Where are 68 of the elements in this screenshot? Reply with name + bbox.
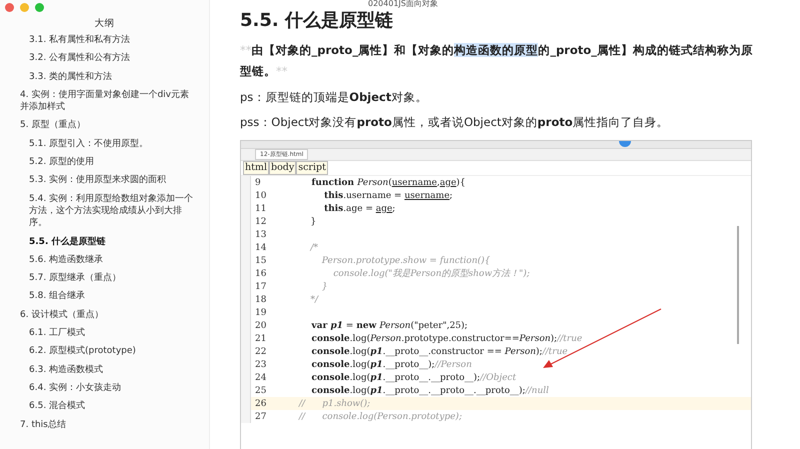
code-line: // console.log(Person.prototype); bbox=[297, 412, 462, 422]
line-number: 10 bbox=[254, 190, 268, 200]
line-number: 11 bbox=[254, 204, 268, 214]
outline-item[interactable]: 6.3. 构造函数模式 bbox=[0, 360, 209, 379]
outline-item[interactable]: 6. 设计模式（重点） bbox=[0, 306, 209, 324]
outline-item[interactable]: 3.2. 公有属性和公有方法 bbox=[0, 49, 209, 68]
outline-item[interactable]: 5.1. 原型引入：不使用原型。 bbox=[0, 134, 209, 154]
code-line: console.log(p1.__proto__);//Person bbox=[310, 360, 472, 370]
zoom-dot-icon[interactable] bbox=[35, 3, 44, 12]
line-number: 19 bbox=[254, 308, 268, 318]
close-dot-icon[interactable] bbox=[5, 3, 14, 12]
code-line: console.log(p1.__proto__.constructor == Person);//true bbox=[310, 346, 568, 356]
line-number: 24 bbox=[254, 372, 268, 382]
line-number: 17 bbox=[254, 282, 268, 292]
minimize-dot-icon[interactable] bbox=[20, 3, 29, 12]
code-line: } bbox=[320, 282, 328, 292]
breadcrumb-tag[interactable]: body bbox=[268, 161, 296, 175]
line-number: 18 bbox=[254, 294, 268, 304]
outline-item[interactable]: 5.3. 实例：使用原型来求圆的面积 bbox=[0, 171, 209, 190]
code-line: // p1.show(); bbox=[297, 398, 370, 408]
scrollbar[interactable] bbox=[737, 226, 739, 344]
line-number: 21 bbox=[254, 334, 268, 344]
outline-item[interactable]: 5.4. 实例：利用原型给数组对象添加一个方法，这个方法实现给成绩从小到大排序。 bbox=[0, 190, 209, 233]
outline-item[interactable]: 3.1. 私有属性和私有方法 bbox=[0, 31, 209, 50]
line-number: 23 bbox=[254, 360, 268, 370]
code-line: */ bbox=[309, 294, 318, 304]
code-line: var p1 = new Person("peter",25); bbox=[310, 320, 468, 330]
outline-item[interactable]: 5.5. 什么是原型链 bbox=[0, 232, 209, 251]
outline-title: 大纲 bbox=[94, 17, 116, 30]
outline-item[interactable]: 5.8. 组合继承 bbox=[0, 287, 209, 306]
line-number: 22 bbox=[254, 346, 268, 356]
breadcrumb-tag[interactable]: script bbox=[296, 161, 328, 175]
code-line: Person.prototype.show = function(){ bbox=[320, 256, 490, 266]
line-number: 27 bbox=[254, 412, 268, 422]
code-line: /* bbox=[308, 242, 318, 252]
code-line: console.log(p1.__proto__.__proto__.__proto__);//null bbox=[310, 386, 549, 396]
code-line: this.username = username; bbox=[323, 190, 453, 200]
line-number: 15 bbox=[254, 256, 268, 266]
code-line: console.log(p1.__proto__.__proto__);//Object bbox=[310, 372, 516, 382]
line-number: 25 bbox=[254, 386, 268, 396]
code-line: console.log(Person.prototype.constructor==Person);//true bbox=[310, 334, 582, 344]
line-number: 12 bbox=[254, 216, 268, 226]
code-line: function Person(username,age){ bbox=[310, 178, 466, 188]
outline-item[interactable]: 6.1. 工厂模式 bbox=[0, 324, 209, 342]
outline-item[interactable]: 6.5. 混合模式 bbox=[0, 397, 209, 416]
outline-item[interactable]: 6.2. 原型模式(prototype) bbox=[0, 342, 209, 361]
note-paragraph: ps：原型链的顶端是Object对象。 bbox=[240, 90, 428, 105]
outline-item[interactable]: 5. 原型（重点） bbox=[0, 116, 209, 135]
section-heading: 5.5. 什么是原型链 bbox=[240, 9, 394, 32]
line-number: 13 bbox=[254, 230, 268, 240]
line-number: 14 bbox=[254, 242, 268, 252]
outline-item[interactable]: 4. 实例：使用字面量对象创建一个div元素并添加样式 bbox=[0, 86, 209, 116]
definition-paragraph: **由【对象的_proto_属性】和【对象的构造函数的原型的_proto_属性】构成的链式结构称为原型链。** bbox=[240, 42, 754, 80]
note-paragraph: pss：Object对象没有proto属性，或者说Object对象的proto属性指向了自身。 bbox=[240, 115, 670, 130]
line-number: 26 bbox=[254, 398, 268, 408]
line-number: 9 bbox=[254, 178, 262, 188]
outline-item[interactable]: 5.6. 构造函数继承 bbox=[0, 250, 209, 270]
outline-item[interactable]: 5.2. 原型的使用 bbox=[0, 153, 209, 172]
code-line: this.age = age; bbox=[323, 204, 396, 214]
outline-item[interactable]: 6.4. 实例：小女孩走动 bbox=[0, 378, 209, 398]
line-number: 20 bbox=[254, 320, 268, 330]
outline-item[interactable]: 5.7. 原型继承（重点） bbox=[0, 269, 209, 288]
outline-item[interactable]: 3.3. 类的属性和方法 bbox=[0, 68, 209, 86]
code-line: console.log("我是Person的原型show方法！"); bbox=[332, 268, 530, 280]
line-number: 16 bbox=[254, 268, 268, 278]
code-line: } bbox=[309, 216, 316, 226]
breadcrumb-tag[interactable]: html bbox=[243, 161, 269, 175]
outline-item[interactable]: 7. this总结 bbox=[0, 416, 209, 434]
